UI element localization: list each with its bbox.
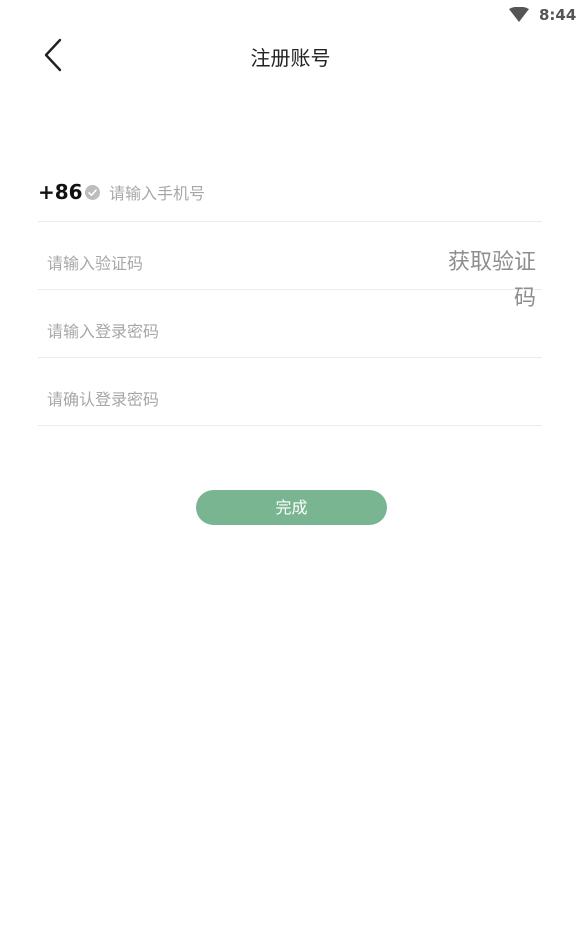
check-circle-icon — [85, 185, 100, 200]
verification-code-row: 获取验证码 — [38, 221, 542, 311]
status-time: 8:44 — [539, 6, 577, 24]
page-title: 注册账号 — [250, 46, 331, 70]
phone-row: +86 — [38, 153, 542, 222]
submit-button[interactable]: 完成 — [196, 490, 387, 525]
password-input[interactable] — [47, 319, 427, 343]
password-row — [38, 289, 542, 358]
confirm-password-row — [38, 357, 542, 426]
wifi-icon — [509, 6, 529, 23]
confirm-password-input[interactable] — [47, 387, 427, 411]
phone-input[interactable] — [109, 181, 409, 205]
country-code-selector[interactable]: +86 — [38, 180, 83, 204]
verification-code-input[interactable] — [47, 251, 427, 275]
status-bar: 8:44 — [0, 0, 581, 30]
